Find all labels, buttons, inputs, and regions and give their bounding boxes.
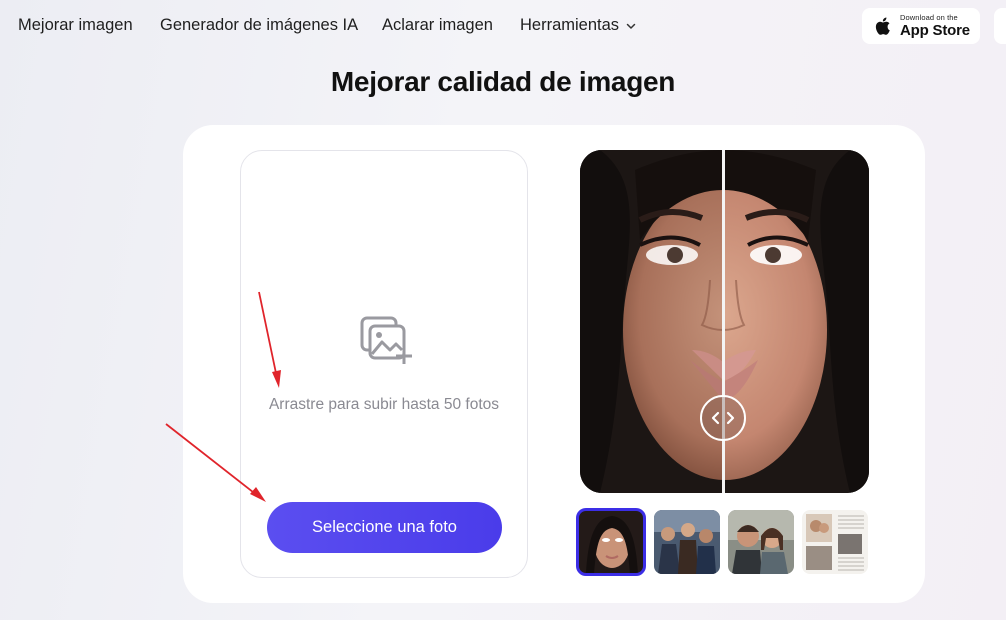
before-after-preview[interactable] xyxy=(580,150,869,493)
thumbnail-woman-image xyxy=(578,510,644,574)
image-plus-icon xyxy=(360,316,412,364)
thumbnail-woman[interactable] xyxy=(576,508,646,576)
page-title: Mejorar calidad de imagen xyxy=(330,66,676,97)
thumbnail-group[interactable] xyxy=(654,510,720,574)
nav-item-aclarar-imagen[interactable]: Aclarar imagen xyxy=(382,16,493,35)
select-photo-button[interactable]: Seleccione una foto xyxy=(267,502,502,553)
compare-divider[interactable] xyxy=(722,150,725,493)
nav-item-generador-ia[interactable]: Generador de imágenes IA xyxy=(160,16,358,35)
apple-logo-icon xyxy=(875,17,890,35)
enhancer-card: Arrastre para subir hasta 50 fotos Selec… xyxy=(183,125,925,603)
top-nav: Mejorar imagen Generador de imágenes IA … xyxy=(0,0,1006,52)
compare-arrows-icon xyxy=(711,411,735,425)
thumbnail-newspaper[interactable] xyxy=(802,510,868,574)
upload-hint: Arrastre para subir hasta 50 fotos xyxy=(268,396,500,413)
thumbnail-couple-image xyxy=(728,510,794,574)
app-store-big-text: App Store xyxy=(900,22,970,40)
compare-handle[interactable] xyxy=(700,395,746,441)
partial-badge[interactable] xyxy=(994,8,1006,44)
thumbnail-couple[interactable] xyxy=(728,510,794,574)
thumbnail-newspaper-image xyxy=(802,510,868,574)
nav-item-herramientas[interactable]: Herramientas xyxy=(520,16,637,35)
nav-item-herramientas-label: Herramientas xyxy=(520,16,620,34)
app-store-badge[interactable]: Download on the App Store xyxy=(862,8,980,44)
chevron-down-icon xyxy=(626,23,636,29)
upload-dropzone[interactable]: Arrastre para subir hasta 50 fotos Selec… xyxy=(240,150,528,578)
thumbnail-group-image xyxy=(654,510,720,574)
app-store-small-text: Download on the xyxy=(900,12,958,22)
nav-item-mejorar-imagen[interactable]: Mejorar imagen xyxy=(18,16,133,35)
